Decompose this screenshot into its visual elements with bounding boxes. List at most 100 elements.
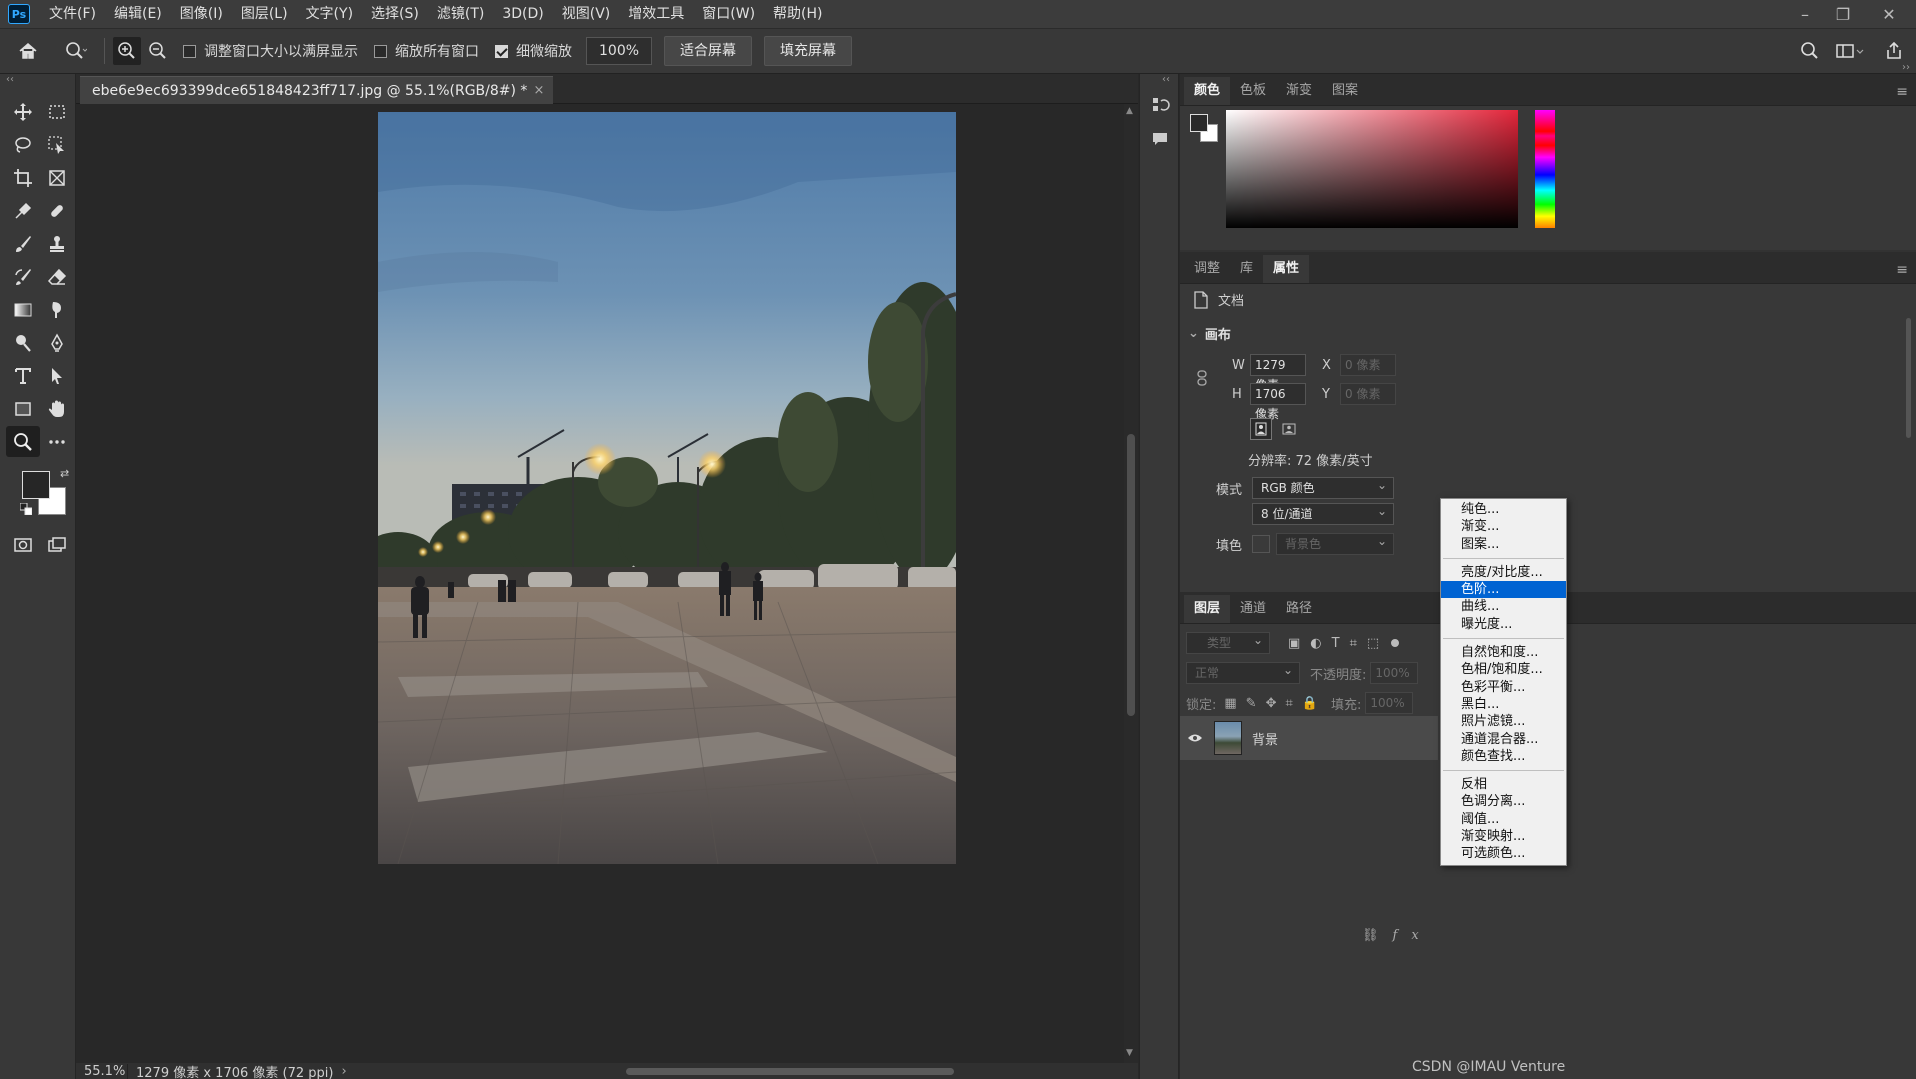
layer-name[interactable]: 背景	[1252, 729, 1278, 748]
zoom-in-icon[interactable]	[113, 37, 141, 65]
tab-gradients[interactable]: 渐变	[1276, 77, 1322, 105]
fill-select[interactable]: 背景色	[1276, 531, 1394, 555]
adjustment-menu-item[interactable]: 曝光度...	[1441, 616, 1566, 633]
brush-tool-icon[interactable]	[6, 228, 40, 259]
menu-window[interactable]: 窗口(W)	[693, 0, 764, 28]
marquee-tool-icon[interactable]	[40, 96, 74, 127]
visibility-eye-icon[interactable]	[1180, 733, 1210, 743]
zoom-percent-field[interactable]: 100%	[586, 37, 653, 65]
gradient-tool-icon[interactable]	[6, 294, 40, 325]
adjustment-menu-item[interactable]: 曲线...	[1441, 598, 1566, 615]
tab-swatches[interactable]: 色板	[1230, 77, 1276, 105]
menu-filter[interactable]: 滤镜(T)	[428, 0, 493, 28]
crop-tool-icon[interactable]	[6, 162, 40, 193]
object-selection-tool-icon[interactable]	[40, 129, 74, 160]
status-document-info[interactable]: 1279 像素 x 1706 像素 (72 ppi)	[128, 1062, 333, 1079]
adjustment-menu-item[interactable]: 渐变映射...	[1441, 828, 1566, 845]
lock-options-icons[interactable]: ▦✎✥⌗🔒	[1224, 696, 1327, 711]
zoom-all-windows-checkbox[interactable]: 缩放所有窗口	[374, 41, 479, 61]
clone-stamp-tool-icon[interactable]	[40, 228, 74, 259]
checkbox-box[interactable]	[374, 44, 387, 58]
landscape-orientation-icon[interactable]	[1278, 418, 1300, 440]
horizontal-scrollbar[interactable]	[316, 1066, 1116, 1076]
home-icon[interactable]	[0, 37, 56, 65]
opacity-field[interactable]: 100%	[1370, 662, 1419, 684]
document-tab[interactable]: ebe6e9ec693399dce651848423ff717.jpg @ 55…	[80, 76, 554, 104]
vertical-scroll-thumb[interactable]	[1127, 434, 1135, 716]
menu-file[interactable]: 文件(F)	[40, 0, 105, 28]
smudge-tool-icon[interactable]	[40, 294, 74, 325]
canvas-width-field[interactable]: 1279 像素	[1250, 354, 1306, 392]
resize-windows-checkbox[interactable]: 调整窗口大小以满屏显示	[183, 41, 358, 61]
healing-brush-tool-icon[interactable]	[40, 195, 74, 226]
menu-type[interactable]: 文字(Y)	[297, 0, 362, 28]
portrait-orientation-icon[interactable]	[1250, 418, 1272, 440]
close-window-button[interactable]: ✕	[1870, 0, 1908, 28]
blend-mode-select[interactable]: 正常	[1186, 660, 1300, 684]
adjustment-menu-item[interactable]: 图案...	[1441, 536, 1566, 553]
frame-tool-icon[interactable]	[40, 162, 74, 193]
canvas-height-field[interactable]: 1706 像素	[1250, 383, 1306, 421]
menu-select[interactable]: 选择(S)	[362, 0, 428, 28]
fill-opacity-field[interactable]: 100%	[1365, 692, 1414, 714]
expand-panels-icon[interactable]: ››	[1902, 62, 1910, 73]
eyedropper-tool-icon[interactable]	[6, 195, 40, 226]
panel-foreground-swatch[interactable]	[1190, 114, 1208, 132]
panel-menu-icon[interactable]: ≡	[1896, 262, 1908, 278]
minimize-button[interactable]: –	[1786, 0, 1824, 28]
properties-scroll-thumb[interactable]	[1906, 318, 1911, 438]
history-panel-icon[interactable]	[1140, 88, 1180, 122]
adjustment-menu-item[interactable]: 纯色...	[1441, 501, 1566, 518]
fill-color-swatch[interactable]	[1252, 535, 1270, 553]
tab-channels[interactable]: 通道	[1230, 595, 1276, 623]
workspace-icon[interactable]	[1830, 37, 1870, 65]
pen-tool-icon[interactable]	[40, 327, 74, 358]
hand-tool-icon[interactable]	[40, 393, 74, 424]
canvas-x-field[interactable]: 0 像素	[1340, 354, 1396, 376]
adjustment-menu-item[interactable]: 色相/饱和度...	[1441, 661, 1566, 678]
fill-screen-button[interactable]: 填充屏幕	[764, 36, 853, 66]
type-tool-icon[interactable]	[6, 360, 40, 391]
move-tool-icon[interactable]	[6, 96, 40, 127]
path-selection-tool-icon[interactable]	[40, 360, 74, 391]
comments-panel-icon[interactable]	[1140, 122, 1180, 156]
tab-patterns[interactable]: 图案	[1322, 77, 1368, 105]
menu-view[interactable]: 视图(V)	[553, 0, 620, 28]
tab-paths[interactable]: 路径	[1276, 595, 1322, 623]
adjustment-menu-item[interactable]: 可选颜色...	[1441, 845, 1566, 862]
collapse-dock-icon[interactable]: ‹‹	[1140, 74, 1178, 88]
adjustment-menu-item[interactable]: 自然饱和度...	[1441, 644, 1566, 661]
panel-menu-icon[interactable]: ≡	[1896, 84, 1908, 100]
more-tools-icon[interactable]	[40, 426, 74, 457]
vertical-scrollbar[interactable]: ▲ ▼	[1124, 104, 1138, 1063]
collapse-toolbar-icon[interactable]: ‹‹	[0, 74, 75, 88]
rectangle-tool-icon[interactable]	[6, 393, 40, 424]
hue-slider[interactable]	[1535, 110, 1555, 228]
scrubby-zoom-checkbox[interactable]: 细微缩放	[495, 41, 572, 61]
bit-depth-select[interactable]: 8 位/通道	[1252, 501, 1394, 525]
restore-button[interactable]: ❐	[1824, 0, 1862, 28]
quick-mask-icon[interactable]	[6, 529, 40, 560]
filter-toggle-icon[interactable]	[1391, 639, 1400, 647]
color-picker-field[interactable]	[1226, 110, 1518, 228]
menu-help[interactable]: 帮助(H)	[764, 0, 831, 28]
checkbox-box-checked[interactable]	[495, 44, 508, 58]
scroll-down-icon[interactable]: ▼	[1126, 1048, 1133, 1058]
canvas-y-field[interactable]: 0 像素	[1340, 383, 1396, 405]
scroll-up-icon[interactable]: ▲	[1126, 106, 1133, 116]
zoom-tool-icon[interactable]	[6, 426, 40, 457]
fit-screen-button[interactable]: 适合屏幕	[664, 36, 753, 66]
layer-bottom-icons[interactable]: ⛓ fx	[1362, 928, 1433, 943]
zoom-tool-preset-icon[interactable]	[56, 37, 96, 65]
status-zoom-level[interactable]: 55.1%	[76, 1063, 128, 1079]
horizontal-scroll-thumb[interactable]	[626, 1068, 954, 1075]
chevron-down-icon[interactable]: ⌄	[1188, 326, 1199, 341]
history-brush-tool-icon[interactable]	[6, 261, 40, 292]
tab-color[interactable]: 颜色	[1184, 77, 1231, 105]
search-icon[interactable]	[1796, 37, 1824, 65]
document-image[interactable]	[378, 112, 956, 864]
menu-3d[interactable]: 3D(D)	[493, 0, 552, 28]
adjustment-menu-item[interactable]: 亮度/对比度...	[1441, 564, 1566, 581]
layer-row[interactable]: 背景	[1180, 716, 1438, 760]
layer-filter-select[interactable]: 类型	[1186, 630, 1270, 654]
